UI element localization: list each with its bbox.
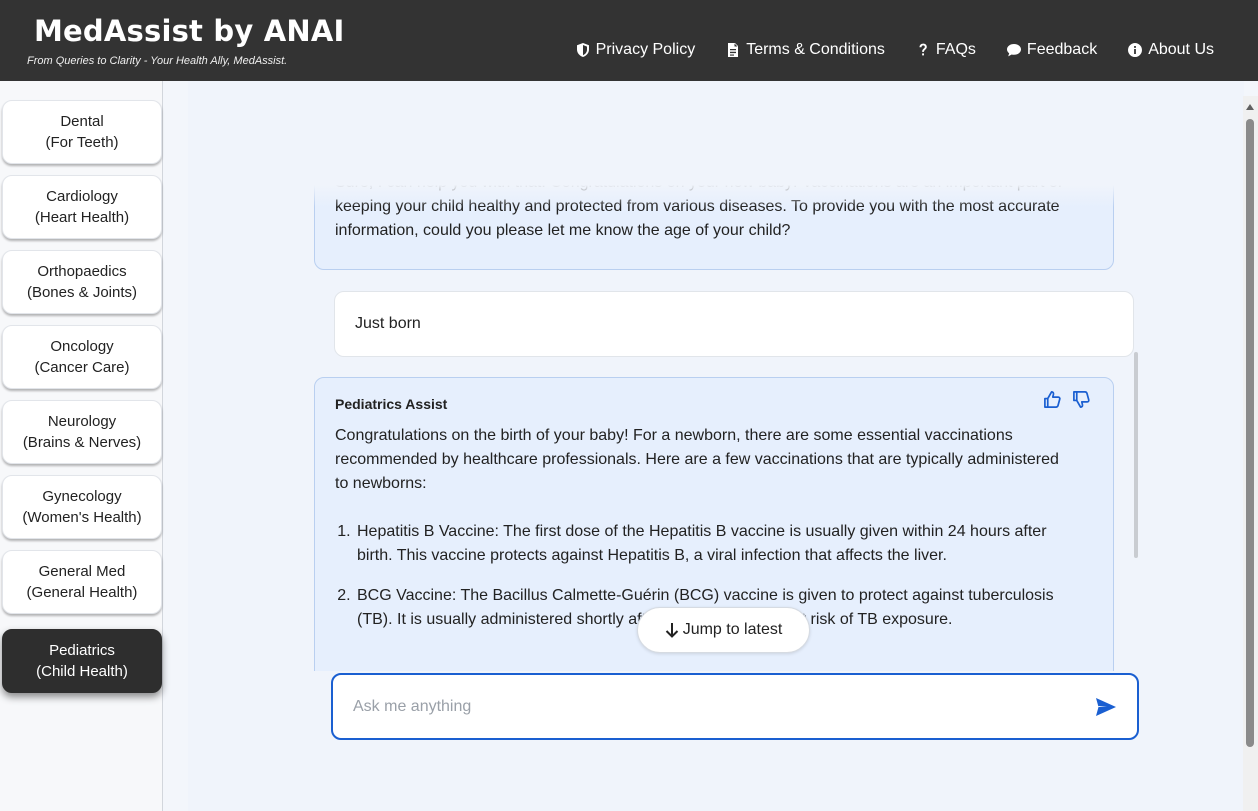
- assistant-name: Pediatrics Assist: [335, 396, 448, 412]
- sidebar-item-dental[interactable]: Dental (For Teeth): [2, 100, 162, 164]
- app-tagline: From Queries to Clarity - Your Health Al…: [27, 55, 288, 67]
- nav-terms-conditions[interactable]: Terms & Conditions: [725, 41, 885, 59]
- chat-bubble-icon: [1006, 44, 1021, 57]
- chat-scroll-area[interactable]: Sure, I can help you with that. Congratu…: [314, 185, 1136, 671]
- sidebar-item-title: Neurology: [47, 413, 117, 430]
- nav-label: Terms & Conditions: [746, 41, 885, 58]
- page-scrollbar[interactable]: [1243, 96, 1258, 811]
- app-header: MedAssist by ANAI From Queries to Clarit…: [0, 0, 1258, 81]
- message-text: Sure, I can help you with that. Congratu…: [335, 185, 1062, 239]
- chat-input-box: [331, 673, 1139, 740]
- assistant-message: Sure, I can help you with that. Congratu…: [314, 185, 1114, 270]
- shield-icon: [576, 43, 589, 57]
- feedback-controls: [1043, 390, 1091, 409]
- sidebar-item-subtitle: (Heart Health): [34, 209, 130, 226]
- thumbs-down-icon[interactable]: [1072, 390, 1091, 409]
- sidebar-item-title: Oncology: [50, 338, 114, 355]
- chat-scrollbar[interactable]: [1134, 352, 1138, 558]
- nav-label: About Us: [1148, 41, 1214, 58]
- scroll-up-arrow-icon[interactable]: [1246, 104, 1254, 110]
- sidebar-item-neurology[interactable]: Neurology (Brains & Nerves): [2, 400, 162, 464]
- nav-faqs[interactable]: FAQs: [915, 41, 976, 59]
- sidebar-item-title: Orthopaedics: [37, 263, 127, 280]
- thumbs-up-icon[interactable]: [1043, 390, 1062, 409]
- message-text: Just born: [355, 315, 421, 332]
- sidebar-item-orthopaedics[interactable]: Orthopaedics (Bones & Joints): [2, 250, 162, 314]
- sidebar-item-subtitle: (Bones & Joints): [26, 284, 138, 301]
- jump-label: Jump to latest: [682, 621, 783, 638]
- sidebar-item-subtitle: (General Health): [26, 584, 138, 601]
- send-icon: [1096, 698, 1116, 716]
- message-intro: Congratulations on the birth of your bab…: [335, 427, 1059, 492]
- sidebar-item-subtitle: (For Teeth): [45, 134, 119, 151]
- sidebar-item-title: General Med: [38, 563, 126, 580]
- send-button[interactable]: [1095, 696, 1117, 718]
- jump-to-latest-button[interactable]: Jump to latest: [637, 607, 810, 653]
- sidebar-item-gynecology[interactable]: Gynecology (Women's Health): [2, 475, 162, 539]
- document-icon: [728, 43, 739, 57]
- sidebar-item-title: Dental: [60, 113, 104, 130]
- arrow-down-icon: [665, 623, 678, 638]
- sidebar-item-general-med[interactable]: General Med (General Health): [2, 550, 162, 614]
- info-icon: [1128, 43, 1143, 57]
- sidebar-item-subtitle: (Cancer Care): [34, 359, 130, 376]
- user-message: Just born: [334, 291, 1134, 357]
- sidebar-item-title: Pediatrics: [49, 642, 115, 659]
- sidebar-item-title: Cardiology: [46, 188, 118, 205]
- nav-feedback[interactable]: Feedback: [1006, 41, 1097, 59]
- nav-label: Privacy Policy: [595, 41, 696, 58]
- sidebar-item-pediatrics[interactable]: Pediatrics (Child Health): [2, 629, 162, 693]
- app-title: MedAssist by ANAI: [34, 14, 345, 48]
- sidebar-item-subtitle: (Brains & Nerves): [22, 434, 142, 451]
- scrollbar-thumb[interactable]: [1246, 119, 1254, 747]
- nav-privacy-policy[interactable]: Privacy Policy: [575, 41, 696, 59]
- sidebar-item-subtitle: (Child Health): [36, 663, 128, 680]
- nav-label: Feedback: [1026, 41, 1098, 58]
- chat-input[interactable]: [353, 675, 1073, 738]
- specialty-sidebar: Dental (For Teeth) Cardiology (Heart Hea…: [0, 81, 163, 811]
- question-icon: [919, 43, 927, 56]
- nav-about-us[interactable]: About Us: [1127, 41, 1214, 59]
- sidebar-item-oncology[interactable]: Oncology (Cancer Care): [2, 325, 162, 389]
- list-item: Hepatitis B Vaccine: The first dose of t…: [355, 520, 1075, 568]
- sidebar-item-cardiology[interactable]: Cardiology (Heart Health): [2, 175, 162, 239]
- sidebar-item-subtitle: (Women's Health): [22, 509, 142, 526]
- top-nav: Privacy Policy Terms & Conditions FAQs F…: [575, 41, 1214, 59]
- sidebar-item-title: Gynecology: [42, 488, 122, 505]
- nav-label: FAQs: [935, 41, 976, 58]
